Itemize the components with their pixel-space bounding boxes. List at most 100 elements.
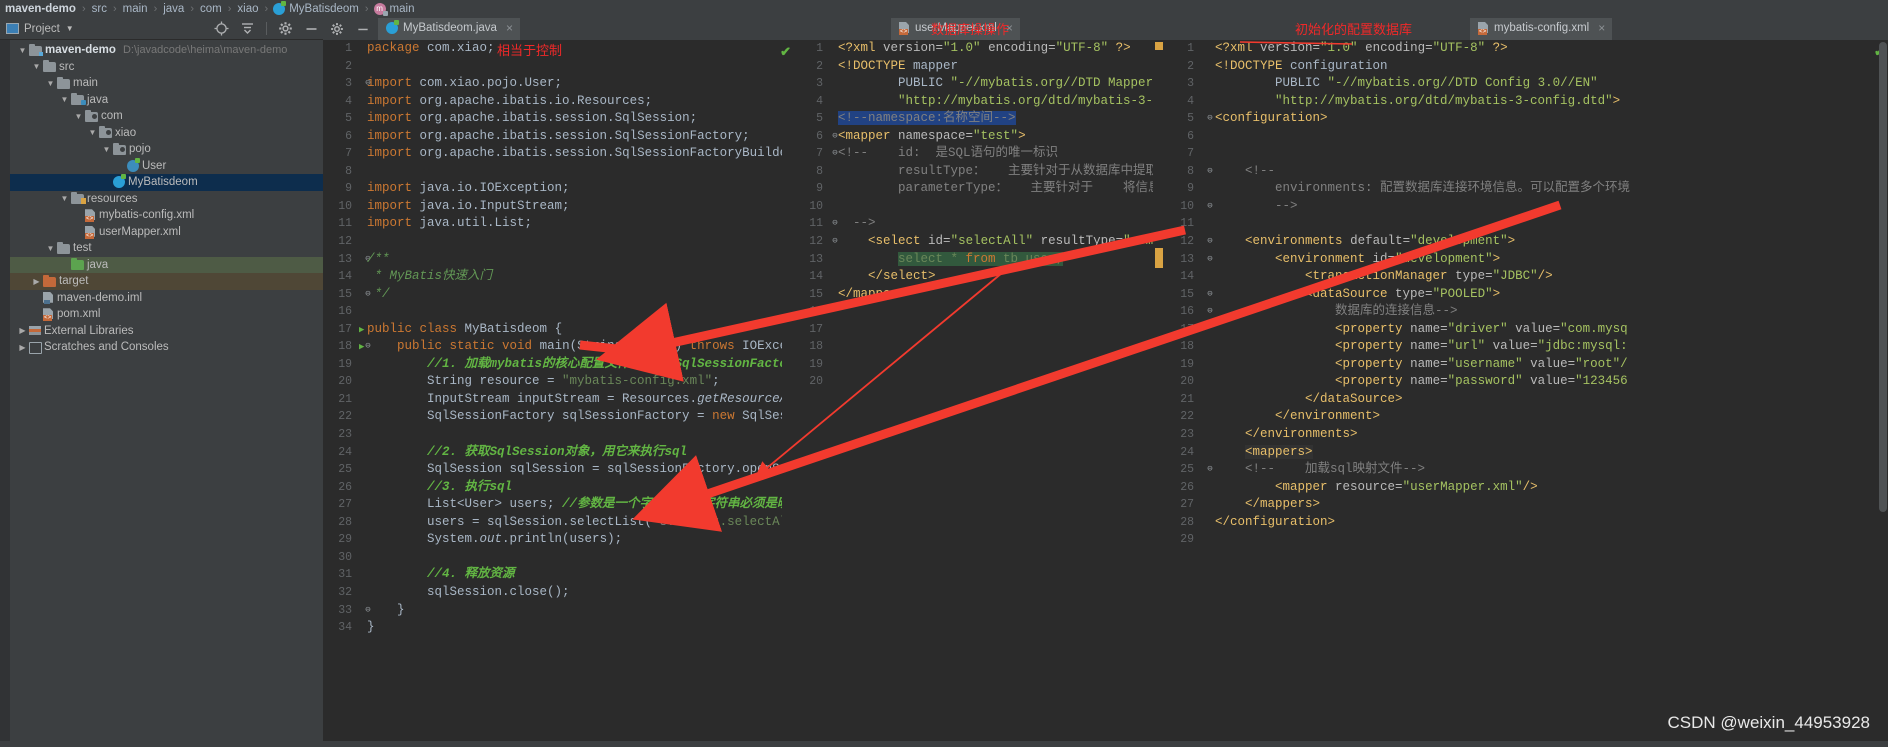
- run-gutter-icon[interactable]: ▶: [359, 325, 364, 335]
- line-number: 30: [338, 550, 352, 564]
- tree-twisty[interactable]: ▼: [58, 95, 71, 104]
- code-line: <!-- 加载sql映射文件-->: [1245, 462, 1426, 477]
- line-number: 17: [338, 322, 352, 336]
- code-line: <property name="username" value="root"/: [1335, 356, 1628, 371]
- breadcrumb-item-src[interactable]: src: [91, 3, 108, 15]
- marker-bar-2[interactable]: [1153, 40, 1165, 747]
- warning-marker[interactable]: [1155, 42, 1163, 50]
- line-number: 18: [1180, 340, 1194, 354]
- tree-item-pojo[interactable]: ▼ pojo: [10, 141, 323, 158]
- code-editor-java[interactable]: 1 2 3 4 5 6 7 8 9 10 11 12 13 14 15 16 17 18 19 20 21 22 23 24 2…: [323, 40, 794, 747]
- tree-item-user[interactable]: User: [10, 157, 323, 175]
- status-bar: [0, 741, 1888, 747]
- minimize-icon[interactable]: [356, 22, 371, 37]
- tree-twisty[interactable]: ▶: [16, 326, 29, 335]
- minimize-icon[interactable]: [304, 21, 319, 36]
- code-line: <mapper namespace="test">: [838, 128, 1026, 143]
- code-line: "http://mybatis.org/dtd/mybatis-3-config…: [1275, 93, 1621, 108]
- tree-item-java[interactable]: ▼ java: [10, 92, 323, 109]
- project-tree[interactable]: ▼ maven-demo D:\javadcode\heima\maven-demo…: [10, 40, 323, 747]
- tree-item-scratches-and-consoles[interactable]: ▶ Scratches and Consoles: [10, 339, 323, 356]
- line-number: 8: [345, 164, 352, 178]
- xml-file-icon: [1478, 22, 1489, 35]
- tab-mybatisdeom-java[interactable]: MyBatisdeom.java ×: [378, 18, 520, 40]
- line-number: 22: [338, 410, 352, 424]
- tree-item-external-libraries[interactable]: ▶ External Libraries: [10, 323, 323, 340]
- marker-bar-1[interactable]: ✔: [780, 40, 794, 747]
- breadcrumb-item-xiao[interactable]: xiao: [236, 3, 259, 15]
- line-number: 12: [338, 235, 352, 249]
- locate-icon[interactable]: [214, 21, 229, 36]
- tree-twisty[interactable]: ▼: [58, 194, 71, 203]
- run-gutter-icon[interactable]: ▶: [359, 342, 364, 352]
- tree-item-usermapper-xml[interactable]: userMapper.xml: [10, 224, 323, 241]
- breadcrumb: maven-demo › src › main › java › com › xiao › MyBati…: [0, 0, 1888, 18]
- code-line: */: [367, 286, 390, 301]
- annotation-text-1: 数据库操操作: [931, 22, 1010, 37]
- tree-twisty[interactable]: ▼: [44, 79, 57, 88]
- warning-marker[interactable]: [1155, 248, 1163, 268]
- tree-twisty[interactable]: ▶: [16, 343, 29, 352]
- editor-pane-mybatisconfig: mybatis-config.xml × 1234567891011121314…: [1165, 18, 1888, 747]
- collapse-all-icon[interactable]: [240, 21, 255, 36]
- toolbar-divider: [266, 22, 267, 35]
- tree-item-mybatis-config-xml[interactable]: mybatis-config.xml: [10, 207, 323, 224]
- code-line: //3. 执行sql: [427, 479, 513, 494]
- breadcrumb-item-main[interactable]: m main: [373, 3, 416, 16]
- tree-twisty[interactable]: ▼: [16, 46, 29, 55]
- tree-twisty[interactable]: ▼: [72, 112, 85, 121]
- tree-item-pom-xml[interactable]: pom.xml: [10, 306, 323, 323]
- folder-module-icon: [29, 43, 43, 56]
- code-editor-mybatisconfig[interactable]: 1 2 3 4 5 6 7 8 9 10 11 12 13 14 15 16 17 18 19 20 21 22 23 24 2…: [1165, 40, 1888, 747]
- line-number: 19: [809, 357, 823, 371]
- class-icon: [273, 1, 287, 15]
- code-line: SqlSessionFactory sqlSessionFactory = ne…: [427, 409, 794, 424]
- breadcrumb-item-com[interactable]: com: [199, 3, 223, 15]
- tree-twisty[interactable]: ▼: [44, 244, 57, 253]
- breadcrumb-item-maven-demo[interactable]: maven-demo: [4, 3, 77, 15]
- tree-twisty[interactable]: ▼: [30, 62, 43, 71]
- code-line: sqlSession.close();: [427, 584, 570, 599]
- close-icon[interactable]: ×: [1598, 21, 1605, 35]
- tree-item-mybatisdeom[interactable]: MyBatisdeom: [10, 174, 323, 191]
- line-number: 17: [1180, 322, 1194, 336]
- breadcrumb-item-java[interactable]: java: [162, 3, 185, 15]
- chevron-down-icon[interactable]: ▼: [66, 24, 74, 33]
- line-number: 20: [1180, 375, 1194, 389]
- breadcrumb-item-main[interactable]: main: [122, 3, 149, 15]
- code-line: </dataSource>: [1305, 391, 1403, 406]
- tree-item-target[interactable]: ▶ target: [10, 273, 323, 290]
- tree-twisty[interactable]: ▼: [100, 145, 113, 154]
- tree-item-test[interactable]: ▼ test: [10, 240, 323, 257]
- class-icon: [127, 157, 140, 172]
- tree-item-maven-demo[interactable]: ▼ maven-demo D:\javadcode\heima\maven-demo: [10, 42, 323, 59]
- settings-gear-icon[interactable]: [330, 22, 345, 37]
- code-lines: <?xml version="1.0" encoding="UTF-8" ?> <…: [838, 40, 1165, 747]
- tree-item-java[interactable]: java: [10, 256, 323, 273]
- tree-item-maven-demo-iml[interactable]: maven-demo.iml: [10, 290, 323, 307]
- line-number: 17: [809, 322, 823, 336]
- tree-item-resources[interactable]: ▼ resources: [10, 191, 323, 208]
- code-editor-usermapper[interactable]: 1 2 3 4 5 6 7 8 9 10 11 12 13 14 15 16 17 18 19 20 ⊖ ⊖ ⊖ ⊖ <?xml…: [794, 40, 1165, 747]
- tabbar-3: mybatis-config.xml ×: [1165, 18, 1888, 40]
- tree-twisty[interactable]: ▼: [86, 128, 99, 137]
- folder-package-icon: [99, 126, 112, 139]
- code-line: </mappers>: [1245, 497, 1321, 512]
- tab-mybatis-config-xml[interactable]: mybatis-config.xml ×: [1470, 18, 1613, 40]
- breadcrumb-item-mybatisdeom[interactable]: MyBatisdeom: [273, 1, 360, 15]
- line-number: 27: [1180, 498, 1194, 512]
- tree-item-com[interactable]: ▼ com: [10, 108, 323, 125]
- tree-item-main[interactable]: ▼ main: [10, 75, 323, 92]
- close-icon[interactable]: ×: [506, 21, 513, 35]
- folder-test-source-icon: [71, 258, 84, 271]
- tree-item-src[interactable]: ▼ src: [10, 59, 323, 76]
- line-number: 13: [809, 252, 823, 266]
- vertical-scrollbar[interactable]: [1879, 42, 1887, 512]
- tree-item-xiao[interactable]: ▼ xiao: [10, 125, 323, 142]
- tree-twisty[interactable]: ▶: [30, 277, 43, 286]
- line-number: 28: [338, 515, 352, 529]
- settings-gear-icon[interactable]: [278, 21, 293, 36]
- tree-item-label: userMapper.xml: [99, 225, 181, 238]
